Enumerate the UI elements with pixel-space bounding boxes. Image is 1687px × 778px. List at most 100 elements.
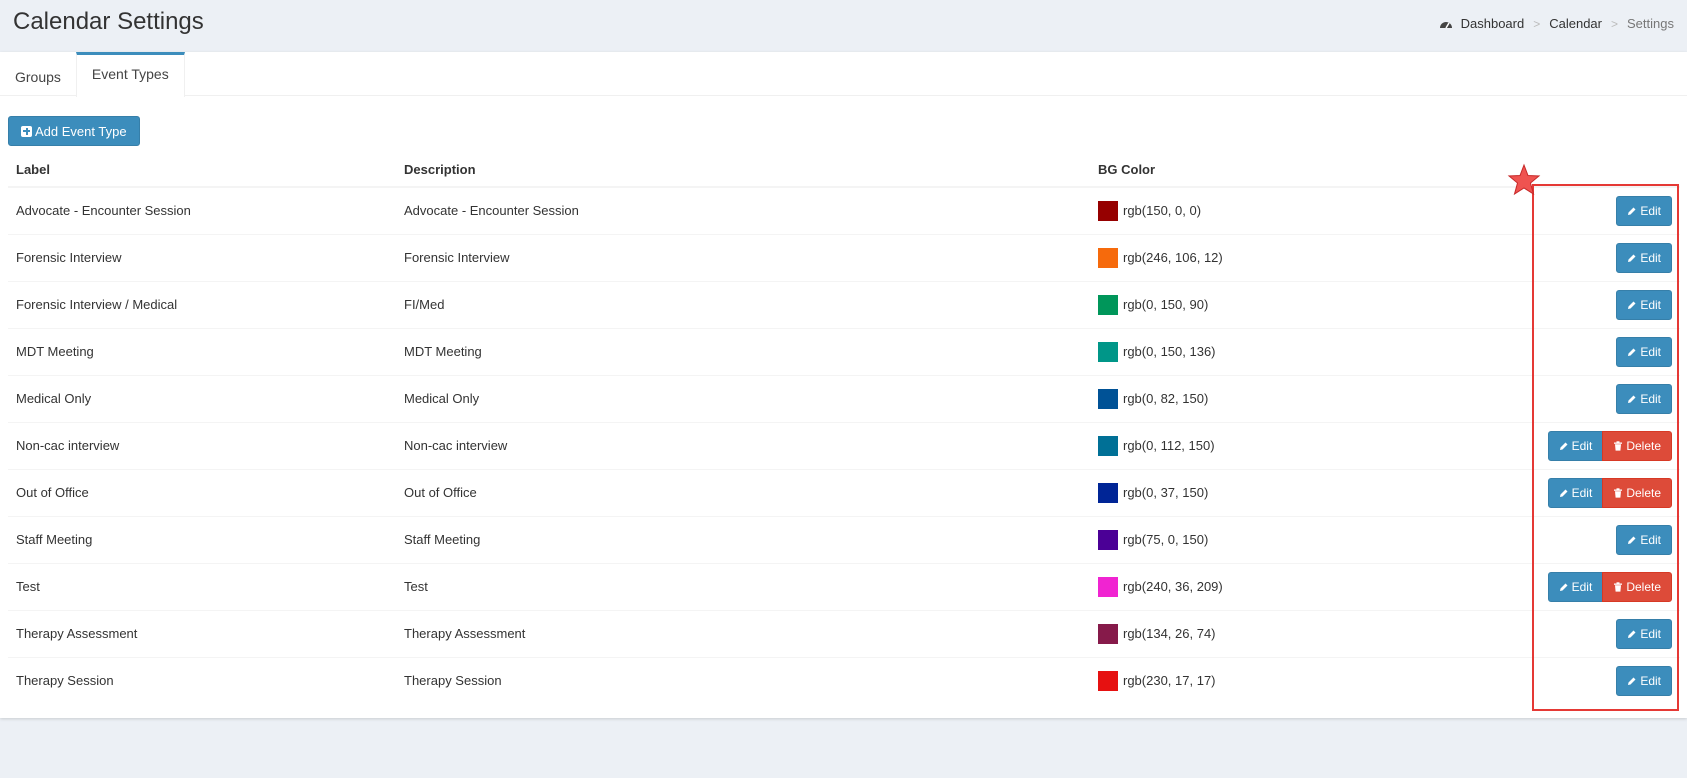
edit-button-label: Edit xyxy=(1640,391,1661,406)
cell-bg-color: rgb(150, 0, 0) xyxy=(1090,186,1490,234)
cell-label: Medical Only xyxy=(8,374,396,422)
settings-panel: Groups Event Types Add Event Type Label … xyxy=(0,52,1687,718)
color-swatch xyxy=(1098,670,1118,691)
color-swatch xyxy=(1098,576,1118,597)
delete-button[interactable]: Delete xyxy=(1602,477,1672,508)
add-event-type-label: Add Event Type xyxy=(35,123,127,139)
delete-button-label: Delete xyxy=(1626,485,1661,500)
cell-description: Therapy Assessment xyxy=(396,609,1090,657)
breadcrumb-dashboard[interactable]: Dashboard xyxy=(1461,16,1525,31)
edit-button[interactable]: Edit xyxy=(1616,383,1672,414)
pencil-icon xyxy=(1628,395,1636,403)
add-event-type-button[interactable]: Add Event Type xyxy=(8,116,140,146)
cell-bg-color: rgb(0, 112, 150) xyxy=(1090,421,1490,469)
table-row: Therapy Assessment Therapy Assessment rg… xyxy=(8,609,1680,657)
edit-button[interactable]: Edit xyxy=(1616,242,1672,273)
trash-icon xyxy=(1614,487,1623,498)
cell-actions: Edit xyxy=(1490,609,1680,657)
cell-description: Forensic Interview xyxy=(396,233,1090,281)
event-types-table: Label Description BG Color Advocate - En… xyxy=(8,152,1680,704)
cell-bg-color: rgb(0, 150, 90) xyxy=(1090,280,1490,328)
delete-button[interactable]: Delete xyxy=(1602,430,1672,461)
cell-label: Test xyxy=(8,562,396,610)
tab-bar: Groups Event Types xyxy=(0,52,1687,97)
cell-actions: Edit Delete xyxy=(1490,468,1680,516)
edit-button-label: Edit xyxy=(1640,626,1661,641)
edit-button-label: Edit xyxy=(1640,203,1661,218)
edit-button-label: Edit xyxy=(1640,344,1661,359)
trash-icon xyxy=(1614,581,1623,592)
column-header-description: Description xyxy=(396,152,1090,188)
color-swatch xyxy=(1098,529,1118,550)
delete-button[interactable]: Delete xyxy=(1602,571,1672,602)
breadcrumb-calendar[interactable]: Calendar xyxy=(1549,16,1602,31)
breadcrumb-settings: Settings xyxy=(1627,16,1674,31)
pencil-icon xyxy=(1628,301,1636,309)
color-swatch xyxy=(1098,482,1118,503)
color-swatch xyxy=(1098,200,1118,221)
page-title: Calendar Settings xyxy=(13,8,204,35)
edit-button[interactable]: Edit xyxy=(1616,289,1672,320)
breadcrumb-separator: > xyxy=(1533,16,1541,31)
edit-button[interactable]: Edit xyxy=(1616,336,1672,367)
cell-label: Advocate - Encounter Session xyxy=(8,186,396,234)
column-header-label: Label xyxy=(8,152,396,188)
cell-bg-color: rgb(0, 82, 150) xyxy=(1090,374,1490,422)
edit-button[interactable]: Edit xyxy=(1547,430,1604,461)
breadcrumb-separator: > xyxy=(1611,16,1619,31)
table-row: Medical Only Medical Only rgb(0, 82, 150… xyxy=(8,374,1680,422)
edit-button[interactable]: Edit xyxy=(1616,618,1672,649)
edit-button-label: Edit xyxy=(1640,532,1661,547)
edit-button-label: Edit xyxy=(1640,297,1661,312)
cell-actions: Edit xyxy=(1490,374,1680,422)
pencil-icon xyxy=(1628,677,1636,685)
cell-label: Therapy Assessment xyxy=(8,609,396,657)
cell-actions: Edit Delete xyxy=(1490,421,1680,469)
content-header: Calendar Settings Dashboard > Calendar >… xyxy=(0,0,1687,52)
cell-description: Non-cac interview xyxy=(396,421,1090,469)
cell-label: Non-cac interview xyxy=(8,421,396,469)
tab-event-types[interactable]: Event Types xyxy=(75,52,185,97)
cell-label: Staff Meeting xyxy=(8,515,396,563)
tab-groups[interactable]: Groups xyxy=(0,52,76,96)
row-actions-group: Edit Delete xyxy=(1547,571,1672,602)
cell-actions: Edit xyxy=(1490,233,1680,281)
delete-button-label: Delete xyxy=(1626,438,1661,453)
cell-bg-color: rgb(75, 0, 150) xyxy=(1090,515,1490,563)
color-value: rgb(150, 0, 0) xyxy=(1123,203,1202,219)
cell-label: Therapy Session xyxy=(8,656,396,704)
cell-description: Out of Office xyxy=(396,468,1090,516)
color-value: rgb(0, 82, 150) xyxy=(1123,391,1209,406)
cell-description: Therapy Session xyxy=(396,656,1090,704)
cell-bg-color: rgb(230, 17, 17) xyxy=(1090,656,1490,704)
table-row: Therapy Session Therapy Session rgb(230,… xyxy=(8,656,1680,704)
edit-button[interactable]: Edit xyxy=(1547,571,1604,602)
edit-button[interactable]: Edit xyxy=(1616,665,1672,696)
table-header-row: Label Description BG Color xyxy=(8,152,1680,188)
column-header-bg-color: BG Color xyxy=(1090,152,1490,188)
breadcrumb: Dashboard > Calendar > Settings xyxy=(1439,16,1674,31)
color-swatch xyxy=(1098,623,1118,644)
pencil-icon xyxy=(1559,583,1568,591)
delete-button-label: Delete xyxy=(1626,579,1661,594)
trash-icon xyxy=(1614,440,1623,451)
table-row: Test Test rgb(240, 36, 209) Edit Delete xyxy=(8,562,1680,610)
cell-label: Forensic Interview / Medical xyxy=(8,280,396,328)
color-value: rgb(0, 150, 90) xyxy=(1123,297,1209,312)
edit-button-label: Edit xyxy=(1640,250,1661,265)
color-value: rgb(0, 112, 150) xyxy=(1123,438,1215,453)
color-value: rgb(240, 36, 209) xyxy=(1123,579,1223,594)
pencil-icon xyxy=(1559,442,1568,450)
edit-button[interactable]: Edit xyxy=(1547,477,1604,508)
color-swatch xyxy=(1098,388,1118,409)
cell-bg-color: rgb(0, 37, 150) xyxy=(1090,468,1490,516)
pencil-icon xyxy=(1628,536,1636,544)
edit-button[interactable]: Edit xyxy=(1616,195,1672,226)
color-value: rgb(246, 106, 12) xyxy=(1123,250,1223,265)
color-value: rgb(0, 150, 136) xyxy=(1123,344,1216,359)
edit-button[interactable]: Edit xyxy=(1616,524,1672,555)
table-row: Staff Meeting Staff Meeting rgb(75, 0, 1… xyxy=(8,515,1680,563)
row-actions-group: Edit Delete xyxy=(1547,477,1672,508)
color-swatch xyxy=(1098,247,1118,268)
edit-button-label: Edit xyxy=(1571,579,1593,594)
